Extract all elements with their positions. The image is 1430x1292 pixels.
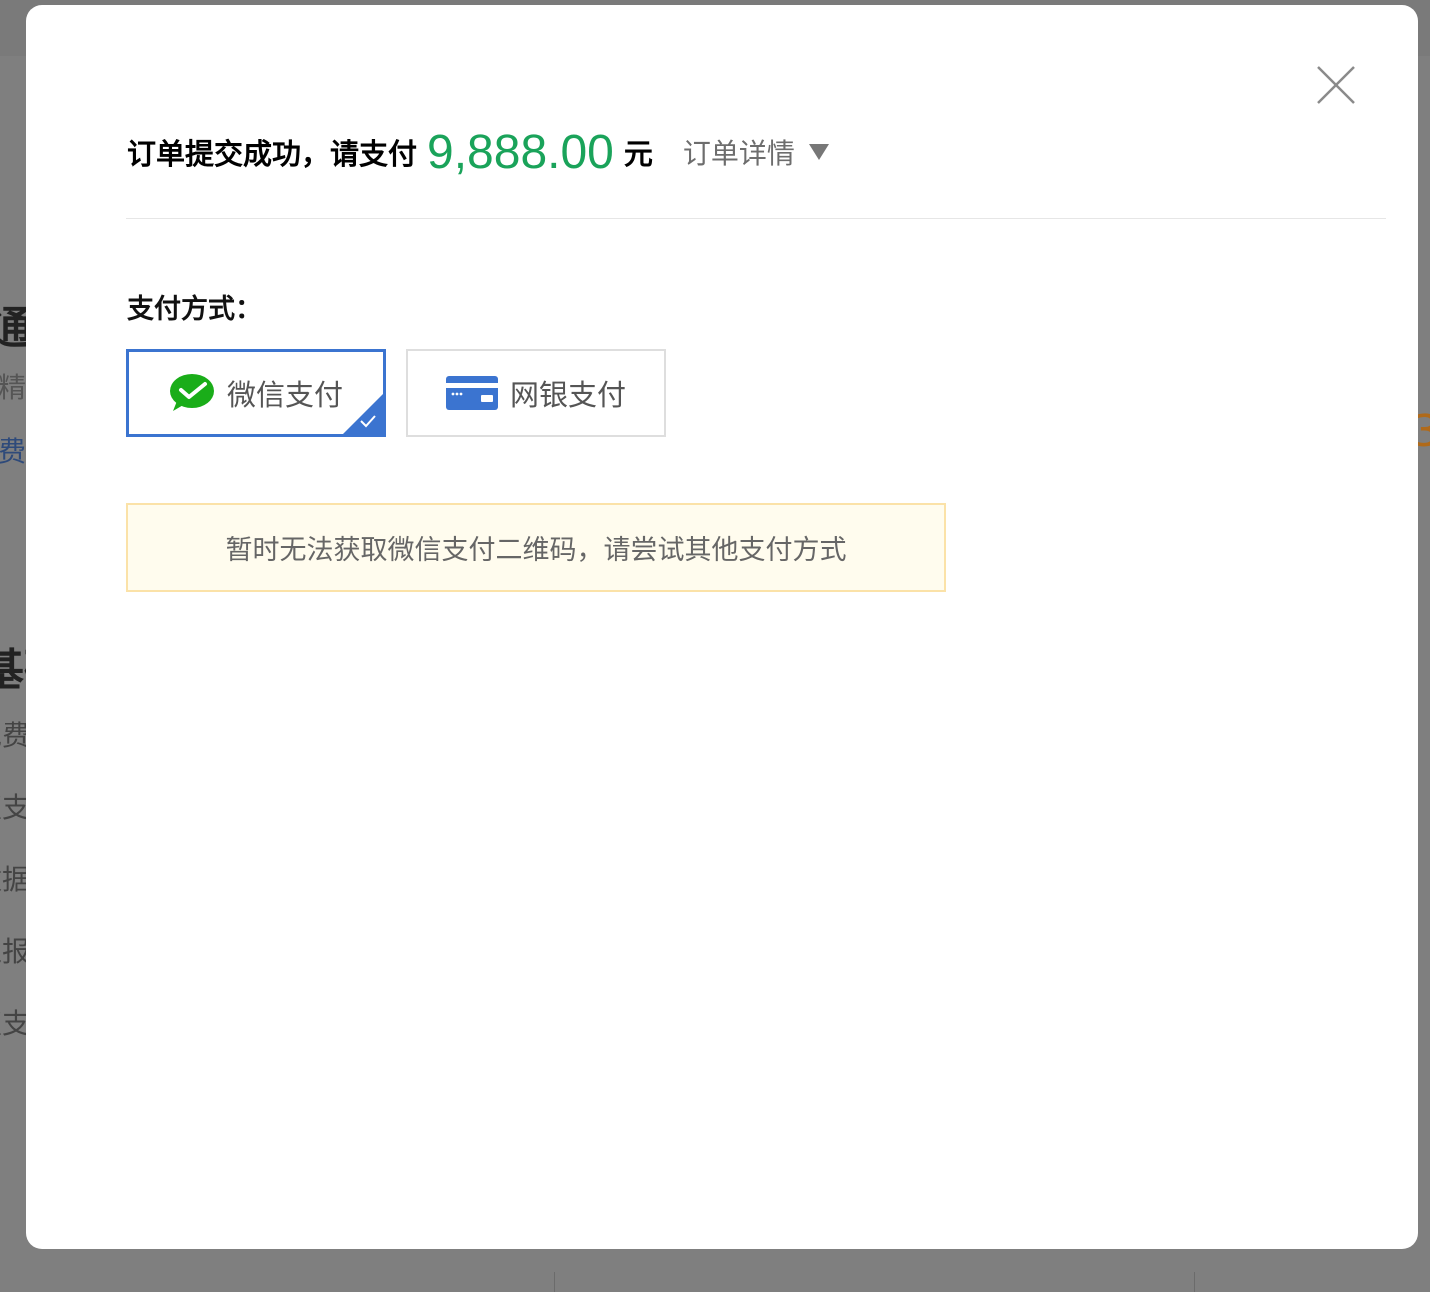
background-divider <box>554 1272 555 1292</box>
background-link-fragment: 费 <box>0 435 27 468</box>
close-icon <box>1317 66 1355 104</box>
order-detail-toggle[interactable]: 订单详情 <box>683 132 829 172</box>
wechat-icon <box>169 374 214 411</box>
close-button[interactable] <box>1316 65 1356 105</box>
payment-option-wechat[interactable]: 微信支付 <box>126 349 386 437</box>
payment-option-label: 微信支付 <box>226 378 343 412</box>
payment-options: 微信支付 网银支付 <box>126 349 666 437</box>
order-summary: 订单提交成功，请支付 9,888.00 元 订单详情 <box>127 117 829 187</box>
check-icon <box>360 415 376 428</box>
order-title: 订单提交成功，请支付 <box>127 137 418 171</box>
notice-text: 暂时无法获取微信支付二维码，请尝试其他支付方式 <box>225 535 847 566</box>
payment-option-bank[interactable]: 网银支付 <box>406 349 666 437</box>
order-currency: 元 <box>623 137 653 171</box>
background-text-fragment: 精 <box>0 371 27 404</box>
payment-option-label: 网银支付 <box>509 378 626 412</box>
divider <box>126 218 1386 219</box>
caret-down-icon <box>808 144 829 160</box>
bank-card-icon <box>445 376 498 410</box>
qr-error-notice: 暂时无法获取微信支付二维码，请尝试其他支付方式 <box>126 503 946 592</box>
payment-method-label: 支付方式： <box>127 294 262 325</box>
order-amount: 9,888.00 <box>427 125 614 179</box>
background-divider <box>1194 1272 1195 1292</box>
order-detail-label: 订单详情 <box>682 137 795 170</box>
payment-modal: 订单提交成功，请支付 9,888.00 元 订单详情 支付方式： 微信支付 网银… <box>26 5 1418 1249</box>
